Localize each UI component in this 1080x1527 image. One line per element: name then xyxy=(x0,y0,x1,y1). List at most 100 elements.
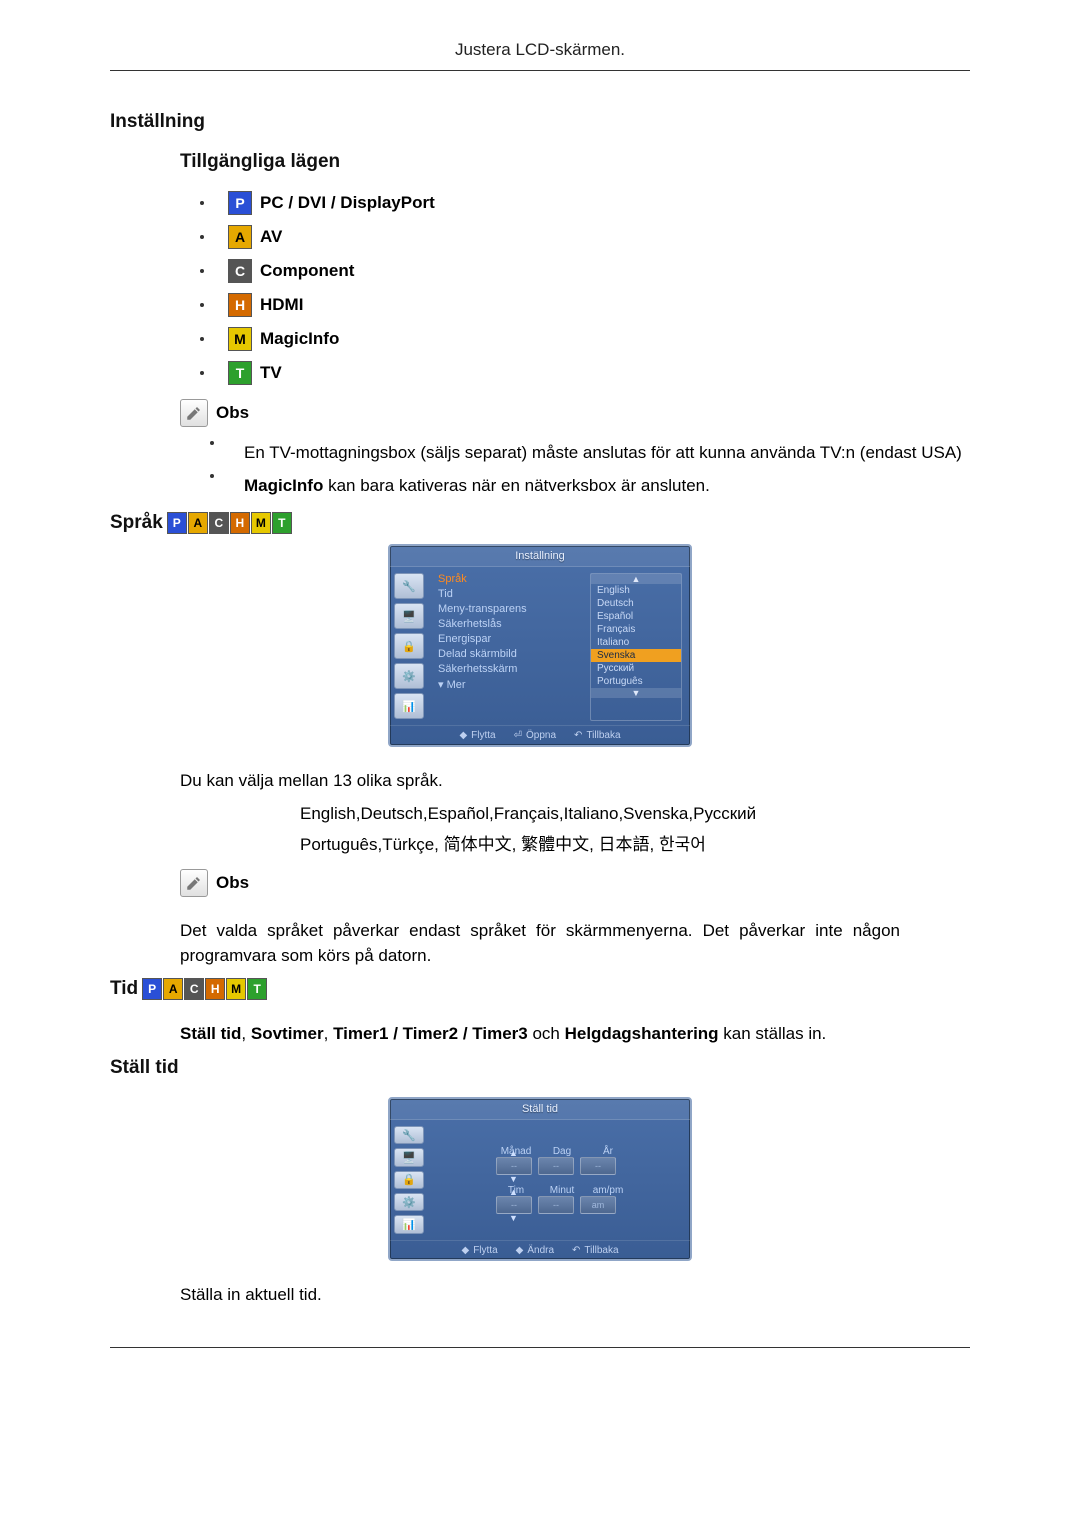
time-values: -- -- am xyxy=(496,1196,628,1214)
osd-option: Italiano xyxy=(591,636,681,649)
osd-foot-move: ◆ Flytta xyxy=(461,1245,497,1256)
osd-tab-icon: 🔒 xyxy=(394,633,424,659)
mode-icon-p: P xyxy=(228,191,252,215)
mode-label: Component xyxy=(260,261,354,281)
ampm-field: am xyxy=(580,1196,616,1214)
note-text: En TV-mottagningsbox (säljs separat) mås… xyxy=(244,441,962,466)
language-list-line2: Português,Türkçe, 简体中文, 繁體中文, 日本語, 한국어 xyxy=(300,830,970,855)
osd-menu-item: Delad skärmbild xyxy=(438,648,580,660)
bullet-icon xyxy=(200,371,204,375)
osd-tab-icon: ⚙️ xyxy=(394,663,424,689)
bullet-icon xyxy=(200,201,204,205)
mode-icon-h: H xyxy=(230,512,250,534)
mode-icon-m: M xyxy=(226,978,246,1000)
mode-icon-t: T xyxy=(228,361,252,385)
page-header: Justera LCD-skärmen. xyxy=(110,40,970,71)
osd-screenshot-stalltid: Ställ tid 🔧 🖥️ 🔒 ⚙️ 📊 Månad Dag År -- xyxy=(388,1097,692,1261)
note-list: En TV-mottagningsbox (säljs separat) mås… xyxy=(210,441,970,498)
mode-icon-t: T xyxy=(247,978,267,1000)
osd-tab-icon: 🖥️ xyxy=(394,1148,424,1166)
osd-foot-open: ⏎ Öppna xyxy=(514,730,556,741)
osd-menu-item: Säkerhetslås xyxy=(438,618,580,630)
osd-menu-item: Säkerhetsskärm xyxy=(438,663,580,675)
note-block-1: Obs En TV-mottagningsbox (säljs separat)… xyxy=(180,399,970,498)
stall-tid-description: Ställa in aktuell tid. xyxy=(180,1283,900,1308)
mode-icon-c: C xyxy=(228,259,252,283)
bullet-icon xyxy=(200,235,204,239)
pencil-icon xyxy=(180,869,208,897)
osd-sidebar: 🔧 🖥️ 🔒 ⚙️ 📊 xyxy=(390,1120,434,1240)
osd-option: English xyxy=(591,584,681,597)
note-heading: Obs xyxy=(180,399,970,427)
mode-item-pc: P PC / DVI / DisplayPort xyxy=(200,191,970,215)
osd-option: Español xyxy=(591,610,681,623)
note-text: MagicInfo kan bara kativeras när en nätv… xyxy=(244,474,710,499)
footer-divider xyxy=(110,1347,970,1348)
bullet-icon xyxy=(210,474,214,478)
mode-icon-h: H xyxy=(228,293,252,317)
osd-tab-icon: 🖥️ xyxy=(394,603,424,629)
osd-tab-icon: 🔧 xyxy=(394,573,424,599)
osd-clock-area: Månad Dag År -- -- -- Tim Minut am/pm xyxy=(434,1120,690,1240)
hour-field: -- xyxy=(496,1196,532,1214)
day-field: -- xyxy=(538,1157,574,1175)
section-label: Språk xyxy=(110,512,163,534)
osd-footer: ◆ Flytta ◆ Ändra ↶ Tillbaka xyxy=(390,1240,690,1260)
mode-icon-a: A xyxy=(188,512,208,534)
heading-stall-tid: Ställ tid xyxy=(110,1057,970,1079)
osd-menu-item: Meny-transparens xyxy=(438,603,580,615)
source-strip: P A C H M T xyxy=(167,512,292,534)
bullet-icon xyxy=(200,269,204,273)
mode-item-hdmi: H HDMI xyxy=(200,293,970,317)
tid-intro: Ställ tid, Sovtimer, Timer1 / Timer2 / T… xyxy=(180,1022,900,1047)
osd-footer: ◆ Flytta ⏎ Öppna ↶ Tillbaka xyxy=(390,725,690,745)
bullet-icon xyxy=(210,441,214,445)
osd-tab-icon: 🔒 xyxy=(394,1171,424,1189)
sprak-note-text: Det valda språket påverkar endast språke… xyxy=(180,919,900,968)
mode-icon-c: C xyxy=(184,978,204,1000)
mode-icon-p: P xyxy=(142,978,162,1000)
mode-icon-p: P xyxy=(167,512,187,534)
note-item: En TV-mottagningsbox (säljs separat) mås… xyxy=(210,441,970,466)
osd-tab-icon: 🔧 xyxy=(394,1126,424,1144)
pencil-icon xyxy=(180,399,208,427)
minute-field: -- xyxy=(538,1196,574,1214)
osd-foot-change: ◆ Ändra xyxy=(516,1245,554,1256)
osd-menu: Språk Tid Meny-transparens Säkerhetslås … xyxy=(438,573,580,721)
mode-icon-a: A xyxy=(228,225,252,249)
osd-menu-item: Energispar xyxy=(438,633,580,645)
note-label: Obs xyxy=(216,873,249,893)
mode-icon-m: M xyxy=(251,512,271,534)
osd-tab-icon: ⚙️ xyxy=(394,1193,424,1211)
osd-title: Ställ tid xyxy=(390,1099,690,1120)
heading-available-modes: Tillgängliga lägen xyxy=(180,151,970,173)
mode-label: HDMI xyxy=(260,295,303,315)
mode-item-component: C Component xyxy=(200,259,970,283)
month-field: -- xyxy=(496,1157,532,1175)
language-list-line1: English,Deutsch,Español,Français,Italian… xyxy=(300,804,970,824)
triangle-down-icon: ▼ xyxy=(591,688,681,698)
osd-foot-back: ↶ Tillbaka xyxy=(572,1245,618,1256)
heading-installning: Inställning xyxy=(110,111,970,133)
note-bold: MagicInfo xyxy=(244,476,323,495)
mode-label: MagicInfo xyxy=(260,329,339,349)
section-label: Tid xyxy=(110,978,138,1000)
bullet-icon xyxy=(200,337,204,341)
triangle-up-icon: ▲ xyxy=(591,574,681,584)
osd-tab-icon: 📊 xyxy=(394,1215,424,1233)
osd-sidebar: 🔧 🖥️ 🔒 ⚙️ 📊 xyxy=(390,567,434,725)
osd-foot-move: ◆ Flytta xyxy=(459,730,495,741)
mode-icon-c: C xyxy=(209,512,229,534)
osd-menu-item: Språk xyxy=(438,573,580,585)
osd-option: Português xyxy=(591,675,681,688)
osd-title: Inställning xyxy=(390,546,690,567)
bullet-icon xyxy=(200,303,204,307)
osd-foot-back: ↶ Tillbaka xyxy=(574,730,620,741)
osd-options: ▲ English Deutsch Español Français Itali… xyxy=(590,573,682,721)
mode-list: P PC / DVI / DisplayPort A AV C Componen… xyxy=(200,191,970,385)
note-heading: Obs xyxy=(180,869,970,897)
note-block-2: Obs xyxy=(180,869,970,897)
mode-icon-m: M xyxy=(228,327,252,351)
mode-label: AV xyxy=(260,227,282,247)
year-field: -- xyxy=(580,1157,616,1175)
